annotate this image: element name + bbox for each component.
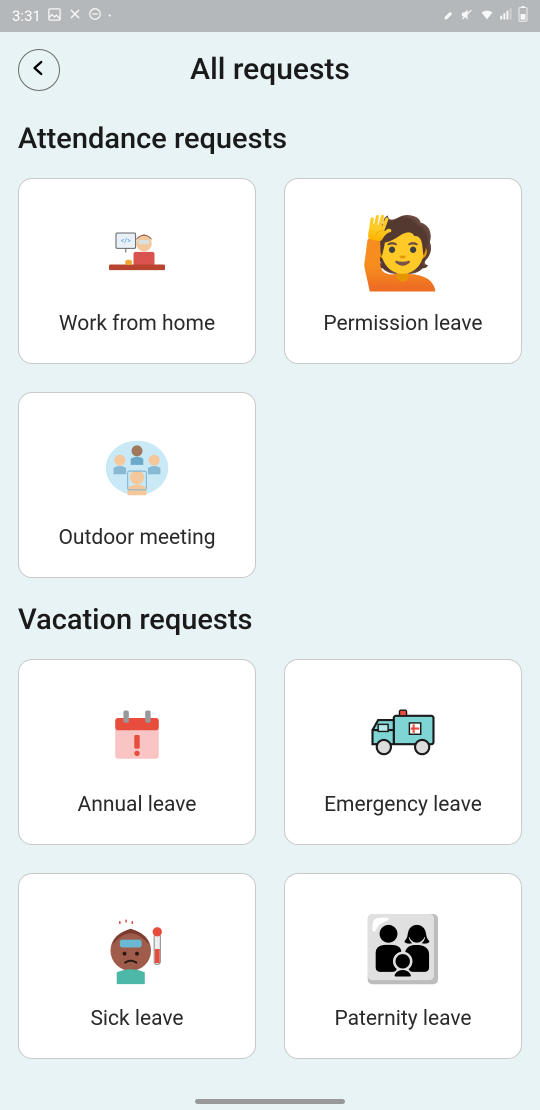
calendar-alert-icon bbox=[103, 688, 171, 783]
minus-circle-icon bbox=[88, 7, 102, 25]
paternity-leave-card[interactable]: 👨‍👩‍👦 Paternity leave bbox=[284, 873, 522, 1059]
card-label: Work from home bbox=[59, 312, 215, 336]
raising-hand-icon: 🙋 bbox=[359, 207, 446, 302]
annual-leave-card[interactable]: Annual leave bbox=[18, 659, 256, 845]
emergency-leave-card[interactable]: Emergency leave bbox=[284, 659, 522, 845]
vacation-section: Vacation requests Annual leave bbox=[0, 578, 540, 1059]
work-from-home-icon: </> bbox=[102, 207, 172, 302]
permission-leave-card[interactable]: 🙋 Permission leave bbox=[284, 178, 522, 364]
signal-icon bbox=[499, 7, 514, 26]
mute-icon bbox=[460, 7, 475, 26]
card-label: Paternity leave bbox=[334, 1007, 471, 1031]
card-label: Outdoor meeting bbox=[58, 526, 215, 550]
meeting-icon bbox=[98, 421, 176, 516]
attendance-section: Attendance requests </> Work from home � bbox=[0, 97, 540, 578]
close-small-icon bbox=[68, 7, 82, 25]
card-label: Annual leave bbox=[78, 793, 197, 817]
back-button[interactable] bbox=[18, 49, 60, 91]
status-bar: 3:31 • bbox=[0, 0, 540, 32]
attendance-section-title: Attendance requests bbox=[18, 122, 522, 156]
battery-icon bbox=[518, 6, 528, 26]
card-label: Permission leave bbox=[323, 312, 482, 336]
vacation-section-title: Vacation requests bbox=[18, 603, 522, 637]
outdoor-meeting-card[interactable]: Outdoor meeting bbox=[18, 392, 256, 578]
svg-text:</>: </> bbox=[121, 237, 131, 245]
card-label: Sick leave bbox=[90, 1007, 183, 1031]
family-icon: 👨‍👩‍👦 bbox=[363, 902, 443, 997]
edit-icon bbox=[443, 7, 456, 25]
work-from-home-card[interactable]: </> Work from home bbox=[18, 178, 256, 364]
status-time: 3:31 bbox=[12, 7, 41, 25]
page-title: All requests bbox=[18, 52, 522, 87]
ambulance-icon bbox=[364, 688, 442, 783]
home-indicator bbox=[195, 1099, 345, 1104]
header: All requests bbox=[0, 32, 540, 97]
sick-person-icon bbox=[98, 902, 176, 997]
wifi-icon bbox=[479, 6, 495, 26]
dot-icon: • bbox=[108, 11, 111, 22]
sick-leave-card[interactable]: Sick leave bbox=[18, 873, 256, 1059]
card-label: Emergency leave bbox=[324, 793, 482, 817]
image-icon bbox=[47, 7, 62, 26]
chevron-left-icon bbox=[30, 57, 48, 82]
